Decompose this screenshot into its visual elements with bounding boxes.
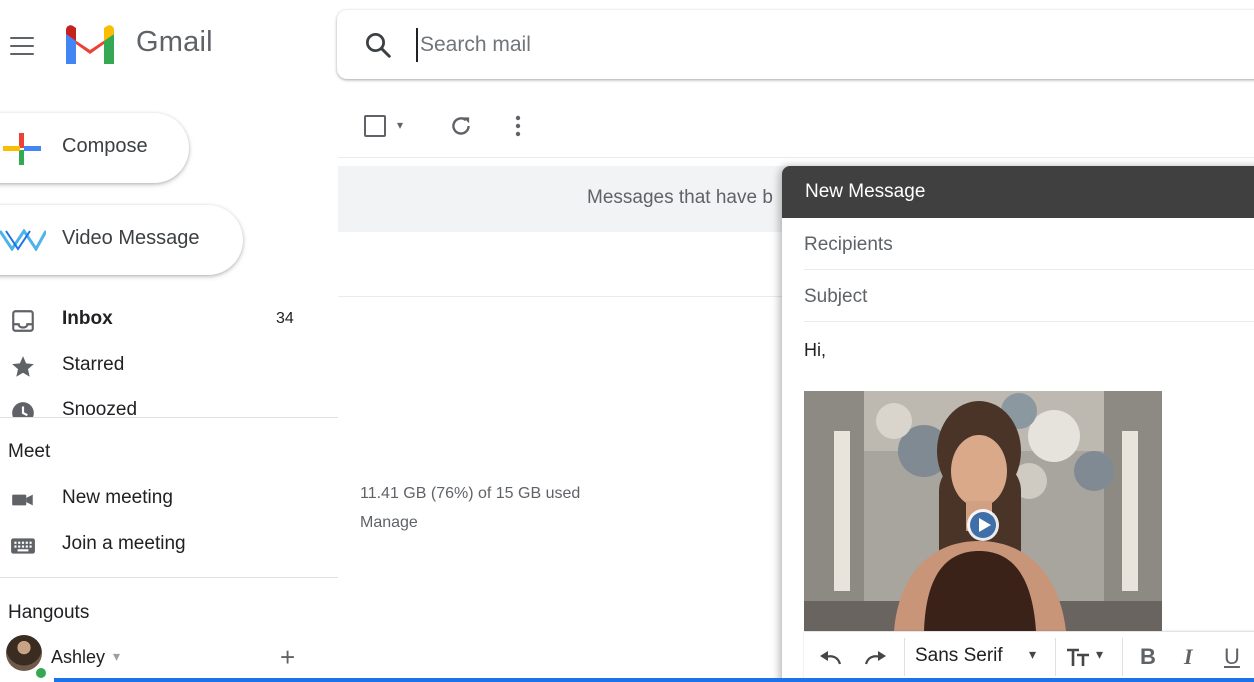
refresh-icon[interactable] xyxy=(448,113,474,139)
app-title: Gmail xyxy=(136,26,213,58)
divider xyxy=(338,157,1254,158)
formatting-toolbar: Sans Serif ▾ ▾ B I U xyxy=(804,632,1254,682)
clock-icon xyxy=(12,402,34,417)
font-family-select[interactable]: Sans Serif xyxy=(915,645,1003,667)
sidebar-item-starred[interactable]: Starred xyxy=(0,346,320,386)
compose-label: Compose xyxy=(62,135,148,157)
toolbar-separator xyxy=(1055,638,1056,676)
chevron-down-icon[interactable]: ▾ xyxy=(397,118,403,132)
sidebar-item-label: Inbox xyxy=(62,308,113,329)
divider xyxy=(0,577,338,578)
banner-text: Messages that have b xyxy=(587,187,773,208)
underline-button[interactable]: U xyxy=(1224,644,1240,670)
play-icon[interactable] xyxy=(966,508,1000,542)
meet-item-new-meeting[interactable]: New meeting xyxy=(0,479,320,519)
chevron-down-icon[interactable]: ▾ xyxy=(1096,646,1103,663)
meet-item-label: Join a meeting xyxy=(62,533,186,554)
meet-item-label: New meeting xyxy=(62,487,173,508)
sidebar-item-inbox[interactable]: Inbox 34 xyxy=(0,300,320,340)
subject-field[interactable] xyxy=(804,270,1254,321)
select-all-checkbox[interactable] xyxy=(364,115,386,137)
star-icon xyxy=(12,356,34,377)
compose-button[interactable]: Compose xyxy=(0,113,189,183)
recipients-field-wrapper xyxy=(804,218,1254,270)
sidebar-item-snoozed[interactable]: Snoozed xyxy=(0,395,338,417)
keyboard-icon xyxy=(11,538,35,554)
video-message-label: Video Message xyxy=(62,227,200,249)
hangouts-user-name[interactable]: Ashley xyxy=(51,647,105,668)
video-thumbnail[interactable] xyxy=(804,391,1162,631)
meet-section-title: Meet xyxy=(8,441,51,462)
toolbar-separator xyxy=(1122,638,1123,676)
plus-icon xyxy=(3,133,41,165)
main-menu-icon[interactable] xyxy=(8,34,36,58)
video-message-button[interactable]: Video Message xyxy=(0,205,243,275)
undo-icon[interactable] xyxy=(818,648,844,668)
manage-storage-link[interactable]: Manage xyxy=(360,514,418,532)
search-input[interactable] xyxy=(416,28,1016,62)
recipients-field[interactable] xyxy=(804,218,1254,269)
inbox-icon xyxy=(12,310,34,332)
bottom-accent-bar xyxy=(54,678,1254,682)
subject-field-wrapper xyxy=(804,270,1254,322)
search-icon[interactable] xyxy=(363,30,393,60)
bold-button[interactable]: B xyxy=(1140,644,1156,670)
chevron-down-icon[interactable]: ▾ xyxy=(113,648,120,665)
sidebar-item-label: Snoozed xyxy=(62,399,138,417)
compose-window: New Message Hi, xyxy=(782,166,1254,682)
toolbar-separator xyxy=(904,638,905,676)
redo-icon[interactable] xyxy=(862,648,888,668)
unread-count: 34 xyxy=(276,310,294,327)
chevron-down-icon[interactable]: ▾ xyxy=(1029,646,1036,663)
online-status-icon xyxy=(34,666,48,680)
video-camera-icon xyxy=(12,494,33,506)
hangouts-section-title: Hangouts xyxy=(8,602,90,623)
sidebar-item-label: Starred xyxy=(62,354,125,375)
more-vert-icon[interactable] xyxy=(508,113,528,139)
compose-body-text[interactable]: Hi, xyxy=(804,340,826,361)
compose-header[interactable]: New Message xyxy=(782,166,1254,218)
video-message-logo-icon xyxy=(0,229,46,251)
divider xyxy=(0,417,338,418)
meet-item-join-meeting[interactable]: Join a meeting xyxy=(0,525,320,565)
text-size-icon[interactable] xyxy=(1066,646,1092,668)
storage-usage-text: 11.41 GB (76%) of 15 GB used xyxy=(360,485,581,502)
gmail-logo[interactable] xyxy=(62,24,118,66)
italic-button[interactable]: I xyxy=(1184,644,1193,670)
avatar[interactable] xyxy=(6,635,42,671)
add-contact-icon[interactable]: + xyxy=(280,643,295,671)
